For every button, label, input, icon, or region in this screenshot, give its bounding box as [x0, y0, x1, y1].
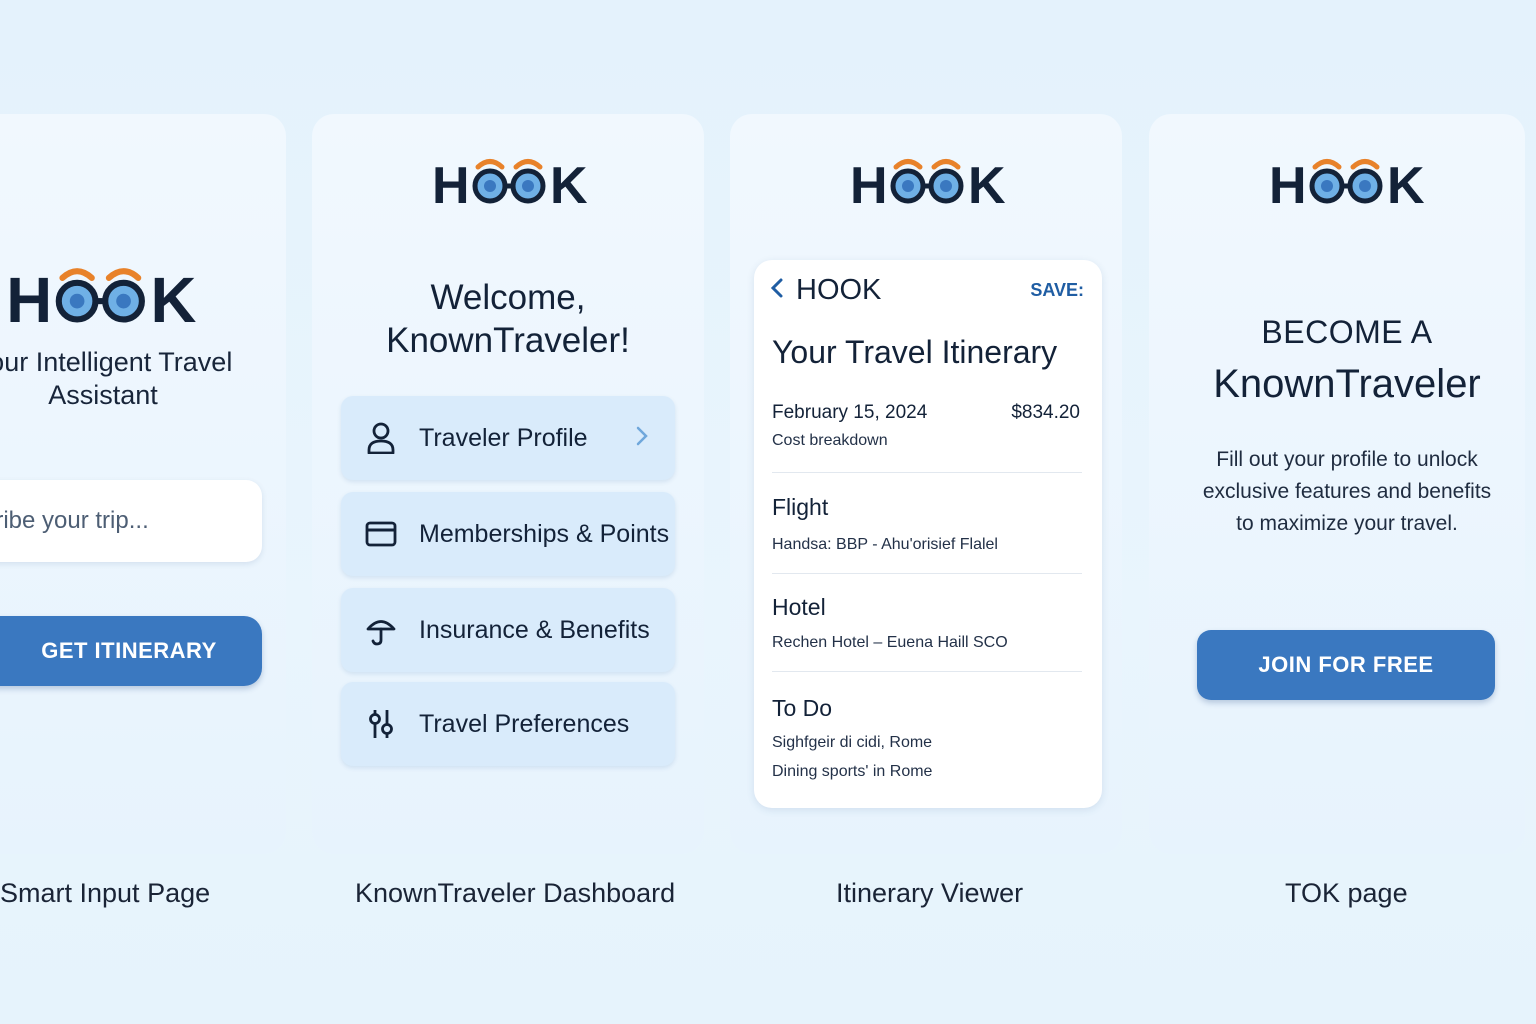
menu-label: Memberships & Points [419, 519, 670, 548]
trip-description-input[interactable]: escribe your trip... [0, 480, 262, 562]
svg-text:H: H [1269, 157, 1307, 208]
itinerary-panel: H K HOOK SAVE: Your Travel Itinerary Feb… [730, 114, 1122, 854]
itinerary-card: HOOK SAVE: Your Travel Itinerary Februar… [754, 260, 1102, 808]
divider [772, 472, 1082, 473]
svg-text:K: K [968, 157, 1006, 208]
description-line: Fill out your profile to unlock [1216, 448, 1478, 471]
section-heading-flight: Flight [772, 494, 829, 520]
hook-logo: H K [1269, 154, 1429, 208]
todo-detail: Dining sports' in Rome [772, 763, 933, 780]
person-icon [365, 422, 397, 454]
svg-text:H: H [850, 157, 888, 208]
input-placeholder: escribe your trip... [0, 507, 149, 534]
trip-date: February 15, 2024 [772, 402, 928, 423]
menu-item-traveler-profile[interactable]: Traveler Profile [341, 396, 675, 480]
description-line: exclusive features and benefits [1202, 480, 1492, 503]
tok-description: Fill out your profile to unlock exclusiv… [1149, 444, 1525, 540]
itinerary-title: Your Travel Itinerary [772, 334, 1058, 370]
tagline: Your Intelligent Travel Assistant [0, 347, 233, 410]
welcome-heading: Welcome, KnownTraveler! [312, 276, 704, 362]
flight-detail: Handsa: BBP - Ahu'orisief Flalel [772, 536, 998, 553]
svg-text:H: H [6, 265, 52, 328]
join-for-free-button[interactable]: JOIN FOR FREE [1197, 630, 1495, 700]
welcome-line-2: KnownTraveler! [386, 321, 630, 360]
chevron-right-icon [635, 425, 655, 452]
back-chevron-icon[interactable] [770, 277, 784, 304]
todo-detail: Sighfgeir di cidi, Rome [772, 734, 933, 751]
section-heading-todo: To Do [772, 695, 833, 721]
smart-input-panel: H K Your Intelligent Travel Assistant es… [0, 114, 286, 854]
menu-item-memberships-points[interactable]: Memberships & Points [341, 492, 675, 576]
card-header: HOOK [770, 274, 881, 307]
umbrella-icon [365, 614, 397, 646]
sliders-icon [365, 708, 397, 740]
welcome-line-1: Welcome, [430, 278, 586, 317]
menu-item-insurance-benefits[interactable]: Insurance & Benefits [341, 588, 675, 672]
header-title: HOOK [796, 274, 882, 306]
hook-logo: H K [4, 262, 204, 328]
menu-item-travel-preferences[interactable]: Travel Preferences [341, 682, 675, 766]
caption-smart-input: Smart Input Page [0, 878, 211, 908]
card-icon [365, 518, 397, 550]
svg-text:H: H [432, 157, 470, 208]
become-heading: BECOME A [1261, 314, 1433, 350]
divider [772, 573, 1082, 574]
menu-label: Insurance & Benefits [419, 615, 650, 644]
hook-logo: H K [432, 154, 592, 208]
svg-text:K: K [550, 157, 588, 208]
menu-label: Traveler Profile [419, 423, 588, 452]
section-heading-hotel: Hotel [772, 594, 826, 620]
trip-price: $834.20 [1011, 402, 1080, 423]
svg-text:K: K [1387, 157, 1425, 208]
cost-breakdown-link[interactable]: Cost breakdown [772, 432, 888, 450]
tok-panel: H K BECOME A KnownTraveler Fill out your… [1149, 114, 1525, 854]
known-traveler-heading: KnownTraveler [1213, 362, 1481, 406]
caption-itinerary: Itinerary Viewer [836, 878, 1024, 908]
divider [772, 671, 1082, 672]
caption-tok: TOK page [1285, 878, 1408, 908]
hook-logo: H K [850, 154, 1010, 208]
dashboard-panel: H K Welcome, KnownTraveler! Traveler Pro… [312, 114, 704, 854]
get-itinerary-button[interactable]: GET ITINERARY [0, 616, 262, 686]
description-line: to maximize your travel. [1236, 512, 1458, 535]
menu-label: Travel Preferences [419, 709, 630, 738]
svg-text:K: K [150, 265, 196, 328]
save-button[interactable]: SAVE: [1030, 280, 1084, 301]
caption-dashboard: KnownTraveler Dashboard [355, 878, 676, 908]
hotel-detail: Rechen Hotel – Euena Haill SCO [772, 634, 1008, 651]
